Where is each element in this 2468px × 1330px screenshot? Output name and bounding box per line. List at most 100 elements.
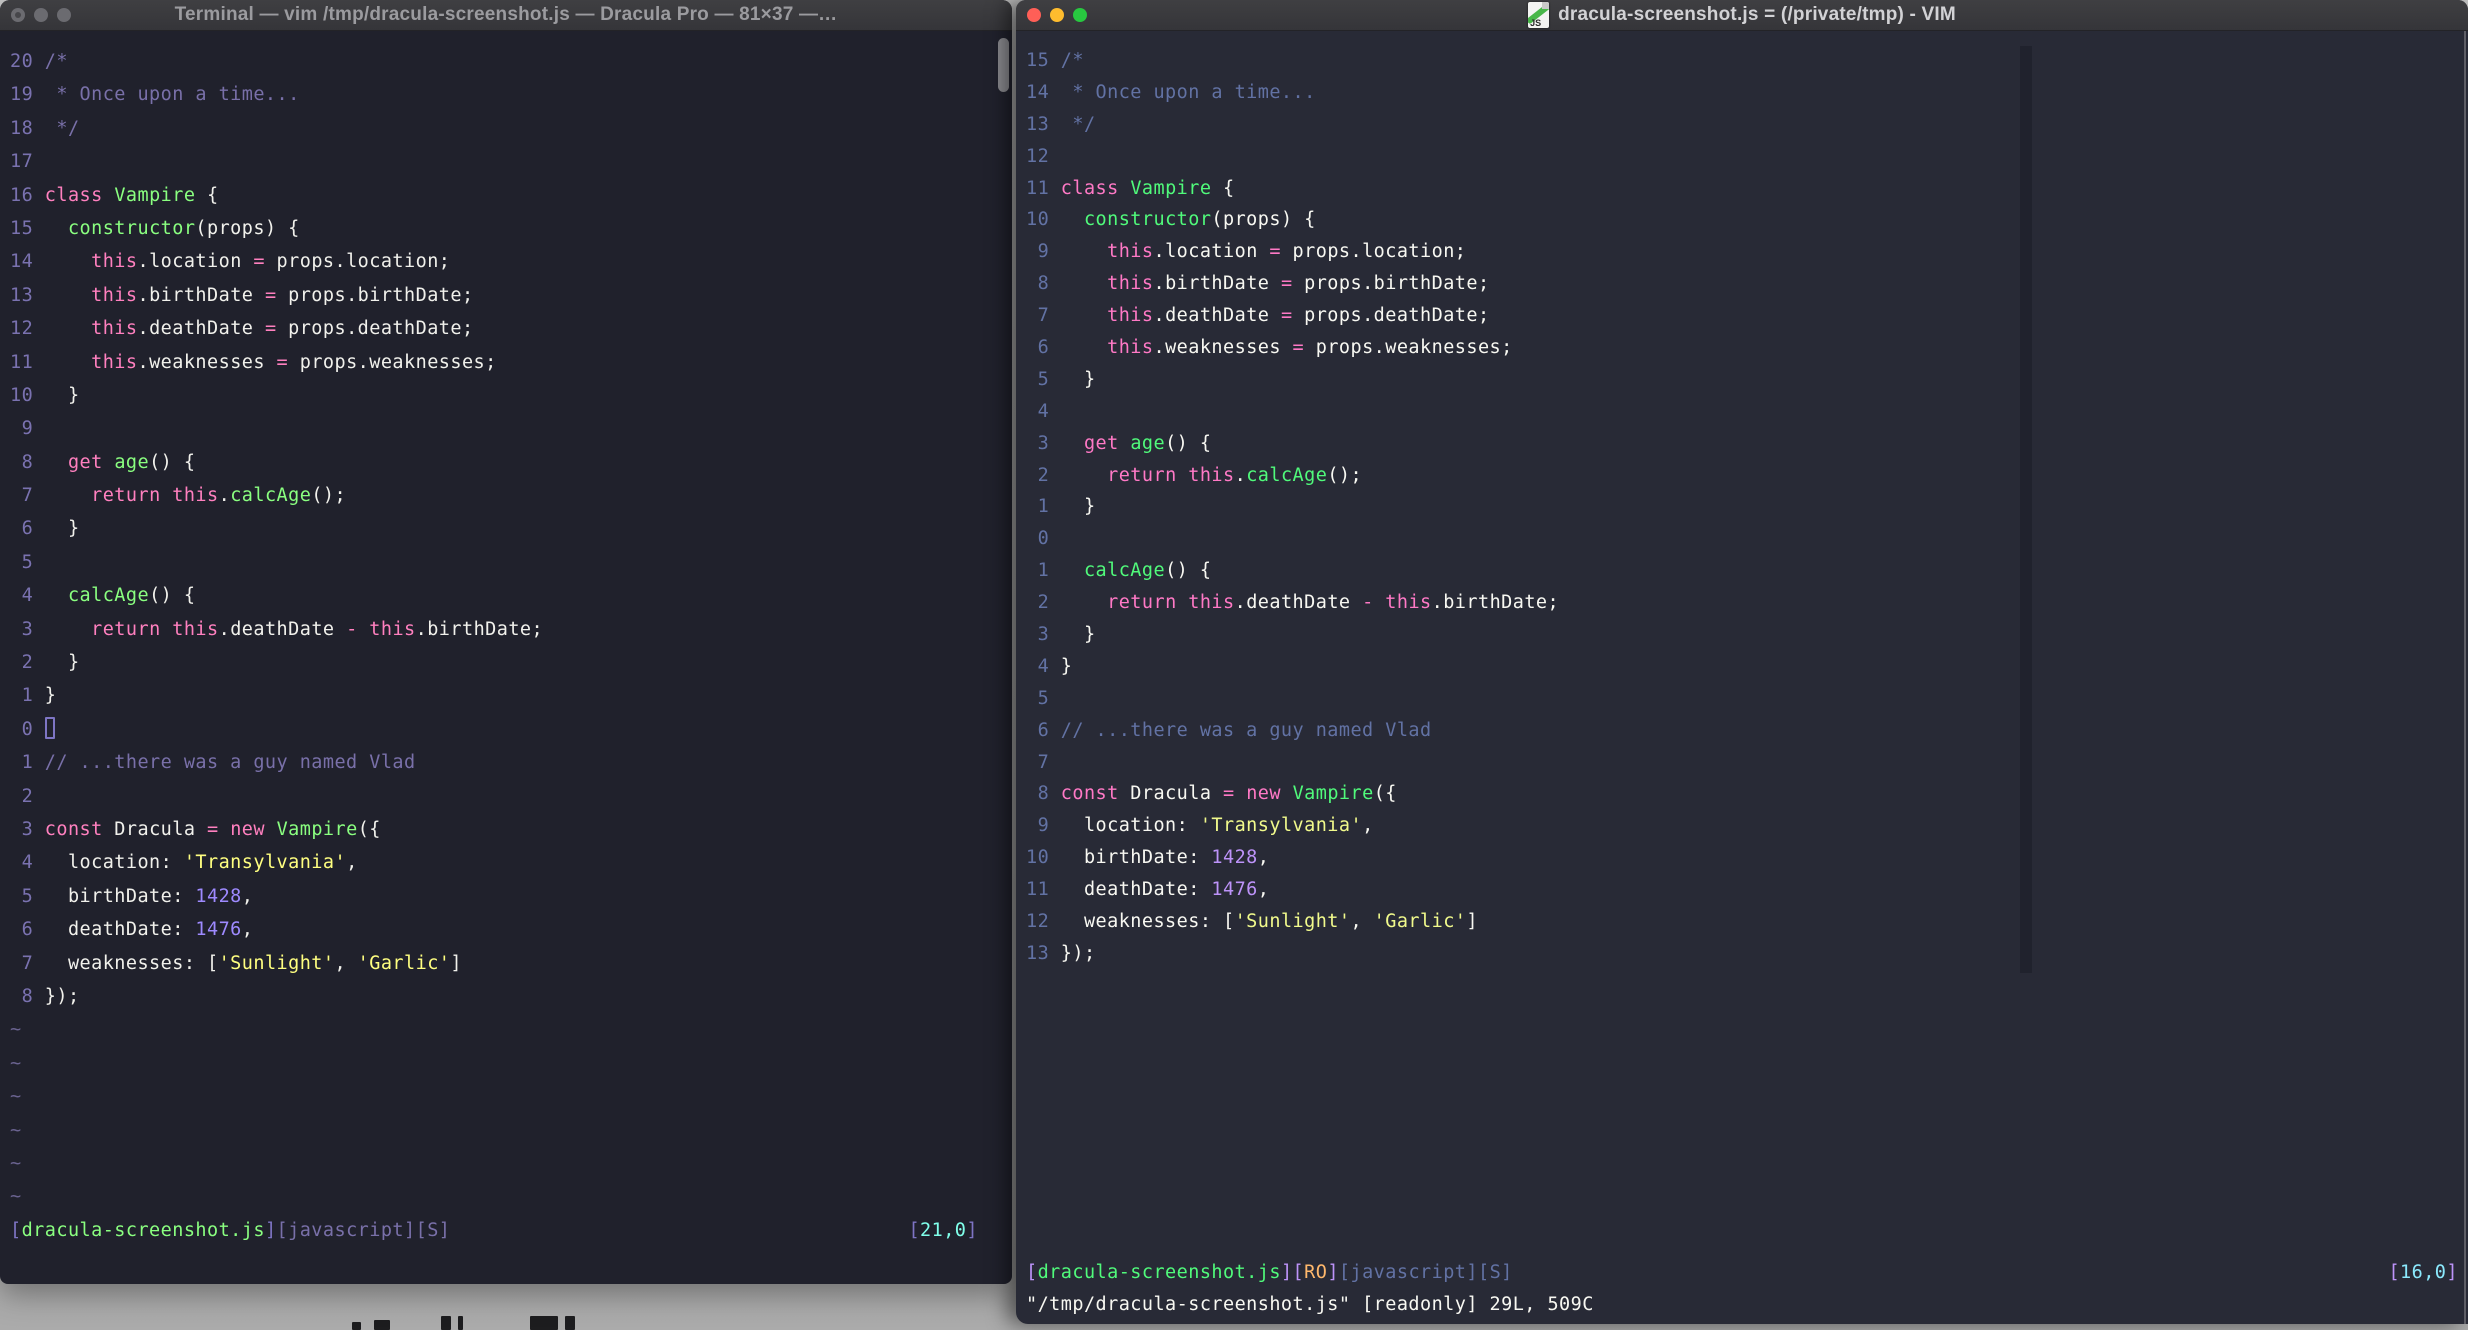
terminal-window: Terminal — vim /tmp/dracula-screenshot.j… [0, 0, 1012, 1284]
scrollbar-track[interactable] [2020, 46, 2032, 973]
scrollbar-thumb[interactable] [998, 38, 1009, 92]
code-token: .weaknesses [1153, 337, 1293, 359]
code-token: return [91, 485, 161, 507]
code-line: 13 this.birthDate = props.birthDate; [10, 279, 1012, 312]
code-line: 7 weaknesses: ['Sunlight', 'Garlic'] [10, 947, 1012, 980]
code-token: 'Garlic' [357, 952, 451, 974]
code-token: props.birthDate; [276, 284, 474, 306]
code-line: 1 // ...there was a guy named Vlad [10, 746, 1012, 779]
code-token: Vampire [276, 818, 358, 840]
page-fold [1542, 2, 1550, 9]
line-number: 11 [10, 351, 45, 373]
code-line: 3 const Dracula = new Vampire({ [10, 813, 1012, 846]
code-token: .birthDate [1153, 273, 1281, 295]
code-token: this [1107, 337, 1154, 359]
empty-line [1026, 970, 2468, 1002]
code-token: deathDate: [1060, 879, 1212, 901]
code-token: ~ [10, 1019, 22, 1041]
background-text-fragment [374, 1320, 390, 1330]
window-title: Terminal — vim /tmp/dracula-screenshot.j… [174, 4, 838, 25]
code-token: = [1269, 241, 1281, 263]
line-number: 7 [10, 485, 45, 507]
code-line: 1 } [1026, 491, 2468, 523]
code-token: get [1083, 432, 1119, 454]
line-number: 3 [10, 818, 45, 840]
js-file-icon[interactable]: JS [1528, 2, 1550, 28]
line-number: 9 [1026, 241, 1061, 263]
zoom-button[interactable] [1073, 8, 1087, 22]
code-token: 1428 [195, 885, 242, 907]
empty-line [1026, 1193, 2468, 1225]
line-number: 4 [1026, 400, 1061, 422]
code-token: ] [1466, 911, 1478, 933]
line-number: 2 [10, 652, 45, 674]
code-token: .deathDate [1234, 592, 1363, 614]
close-button[interactable] [1027, 8, 1041, 22]
code-token: - [346, 618, 358, 640]
minimize-button[interactable] [1050, 8, 1064, 22]
code-token: .birthDate; [1431, 592, 1560, 614]
zoom-button[interactable] [57, 8, 71, 22]
code-token: calcAge [230, 485, 312, 507]
code-token: class [1060, 177, 1119, 199]
code-token: props.weaknesses; [1304, 337, 1513, 359]
empty-line [1026, 1066, 2468, 1098]
code-token: dracula-screenshot.js [1037, 1261, 1281, 1283]
code-line: 11 class Vampire { [1026, 173, 2468, 205]
statusline-ruler: [16,0] [2388, 1257, 2458, 1289]
code-token: return [1107, 464, 1177, 486]
close-button[interactable] [11, 8, 25, 22]
code-line: 15 constructor(props) { [10, 212, 1012, 245]
code-token: /* [1060, 50, 1084, 71]
code-token: .birthDate; [415, 618, 544, 640]
code-line: 0 [1026, 523, 2468, 555]
line-number: 10 [1026, 847, 1061, 869]
code-token: } [1060, 496, 1096, 518]
code-token: (); [1327, 464, 1363, 486]
macvim-text-area[interactable]: 15 /* 14 * Once upon a time... 13 */12 11 … [1016, 31, 2468, 1324]
line-number: 8 [1026, 783, 1061, 805]
code-token: = [264, 284, 277, 306]
statusline-file-info: [dracula-screenshot.js][javascript][S] [10, 1214, 450, 1247]
code-token: */ [1060, 113, 1096, 135]
code-token: (); [311, 485, 347, 507]
line-number: 8 [10, 451, 45, 473]
line-number: 15 [1026, 50, 1061, 71]
code-token: */ [44, 117, 80, 139]
code-line: 9 [10, 412, 1012, 445]
code-line: 10 constructor(props) { [1026, 204, 2468, 236]
code-line: 17 [10, 145, 1012, 178]
code-token: ~ [10, 1086, 22, 1108]
code-token: Vampire [1130, 177, 1212, 199]
code-token: 1428 [1211, 847, 1258, 869]
code-token: const [1060, 783, 1119, 805]
terminal-vim-area[interactable]: 20 /* 19 * Once upon a time... 18 */17 16 … [0, 31, 1012, 1284]
code-line: 8 const Dracula = new Vampire({ [1026, 778, 2468, 810]
line-number: 11 [1026, 879, 1061, 901]
tilde-line: ~ [10, 1013, 1012, 1046]
code-token: 'Transylvania' [183, 852, 347, 874]
code-token: [ [2388, 1261, 2401, 1283]
code-token: 'Sunlight' [218, 952, 335, 974]
code-line: 3 get age() { [1026, 428, 2468, 460]
minimize-button[interactable] [34, 8, 48, 22]
background-text-fragment [458, 1316, 463, 1330]
tilde-line: ~ [10, 1147, 1012, 1180]
line-number: 6 [1026, 719, 1061, 741]
line-number: 15 [10, 217, 45, 239]
code-token: return [1107, 592, 1177, 614]
code-token: Vampire [1292, 783, 1374, 805]
traffic-lights [11, 0, 71, 30]
code-line: 9 this.location = props.location; [1026, 236, 2468, 268]
line-number: 1 [10, 752, 45, 774]
